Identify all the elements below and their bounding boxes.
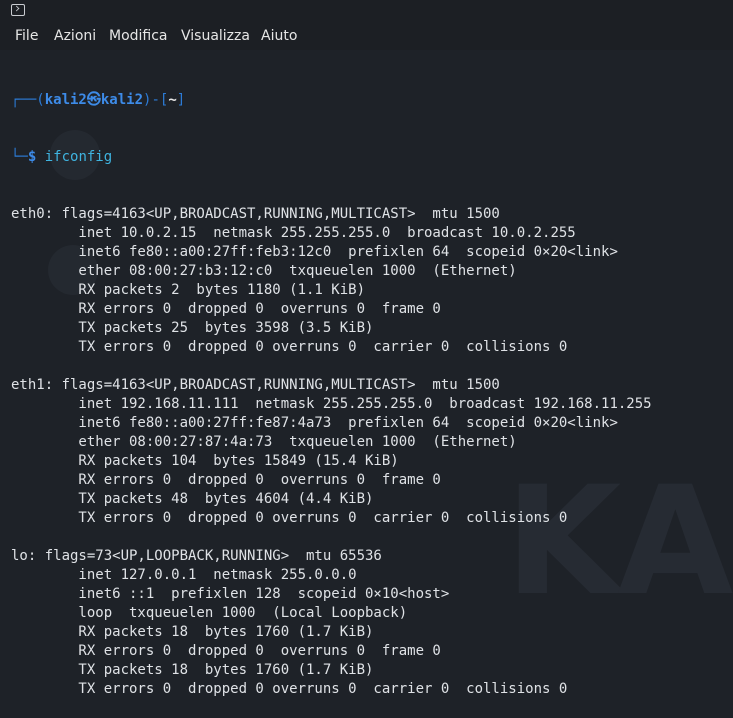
title-bar [0,0,733,24]
output-line: RX errors 0 dropped 0 overruns 0 frame 0 [11,472,441,488]
menu-aiuto[interactable]: Aiuto [261,28,297,44]
terminal-output: ┌──(kali2㉿kali2)-[~] └─$ ifconfig eth0: … [11,53,652,718]
output-line: inet 127.0.0.1 netmask 255.0.0.0 [11,567,357,583]
output-line: lo: flags=73<UP,LOOPBACK,RUNNING> mtu 65… [11,548,382,564]
output-line: RX packets 2 bytes 1180 (1.1 KiB) [11,282,366,298]
output-line: TX packets 48 bytes 4604 (4.4 KiB) [11,491,374,507]
prompt-host: kali2 [100,92,144,108]
output-line: inet 10.0.2.15 netmask 255.255.255.0 bro… [11,225,576,241]
prompt-bracket-icon: ┌──( [11,92,45,108]
menu-visualizza[interactable]: Visualizza [181,28,250,44]
prompt-at: ㉿ [86,92,101,108]
prompt-cwd: ~ [168,92,177,108]
menu-file[interactable]: File [15,28,38,44]
menu-bar: File Azioni Modifica Visualizza Aiuto [0,24,733,50]
menu-azioni[interactable]: Azioni [54,28,96,44]
output-line: TX errors 0 dropped 0 overruns 0 carrier… [11,681,568,697]
output-line: RX packets 18 bytes 1760 (1.7 KiB) [11,624,374,640]
output-line: ether 08:00:27:b3:12:c0 txqueuelen 1000 … [11,263,517,279]
prompt-user: kali2 [44,92,87,108]
output-line: TX errors 0 dropped 0 overruns 0 carrier… [11,339,568,355]
prompt-line-2: └─$ ifconfig [11,148,652,167]
output-line: eth1: flags=4163<UP,BROADCAST,RUNNING,MU… [11,377,500,393]
prompt-bracket-close: ] [176,92,186,108]
prompt-line-1: ┌──(kali2㉿kali2)-[~] [11,91,652,110]
ifconfig-output: eth0: flags=4163<UP,BROADCAST,RUNNING,MU… [11,205,652,699]
command-text: ifconfig [44,149,113,165]
output-line: TX packets 25 bytes 3598 (3.5 KiB) [11,320,374,336]
output-line: inet6 fe80::a00:27ff:feb3:12c0 prefixlen… [11,244,618,260]
menu-modifica[interactable]: Modifica [109,28,168,44]
output-line: inet6 ::1 prefixlen 128 scopeid 0×10<hos… [11,586,450,602]
output-line: eth0: flags=4163<UP,BROADCAST,RUNNING,MU… [11,206,500,222]
prompt-corner-icon: └─ [11,149,28,165]
prompt-symbol: $ [27,149,37,165]
output-line: RX errors 0 dropped 0 overruns 0 frame 0 [11,301,441,317]
output-line: TX packets 18 bytes 1760 (1.7 KiB) [11,662,374,678]
terminal-icon[interactable] [11,4,25,16]
output-line: ether 08:00:27:87:4a:73 txqueuelen 1000 … [11,434,517,450]
output-line: inet6 fe80::a00:27ff:fe87:4a73 prefixlen… [11,415,618,431]
output-line: RX packets 104 bytes 15849 (15.4 KiB) [11,453,399,469]
output-line: TX errors 0 dropped 0 overruns 0 carrier… [11,510,568,526]
output-line: RX errors 0 dropped 0 overruns 0 frame 0 [11,643,441,659]
output-line: loop txqueuelen 1000 (Local Loopback) [11,605,408,621]
prompt-separator: )-[ [143,92,169,108]
output-line: inet 192.168.11.111 netmask 255.255.255.… [11,396,652,412]
